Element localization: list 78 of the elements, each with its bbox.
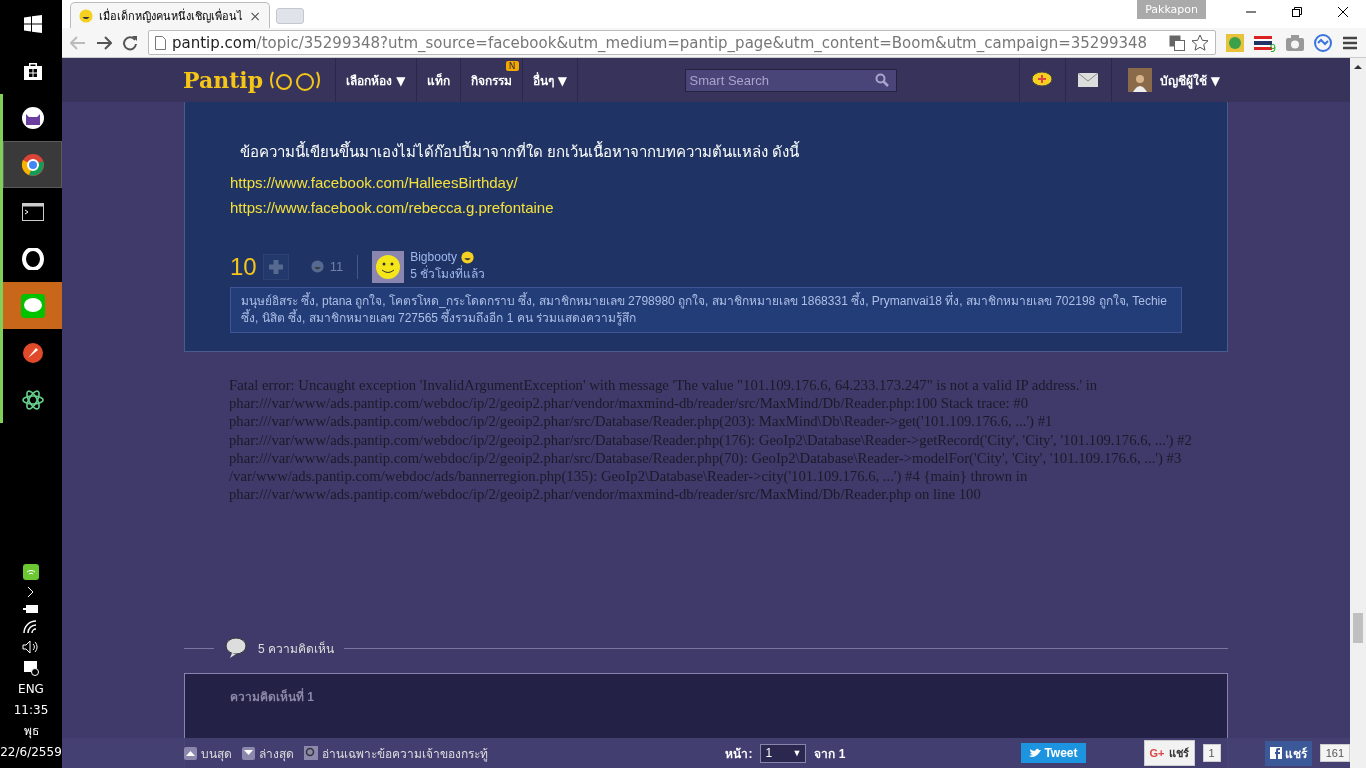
- page-icon: [155, 35, 166, 50]
- comments-icon: [224, 637, 248, 660]
- search-field[interactable]: Smart Search: [684, 68, 897, 92]
- page-label: หน้า:: [725, 745, 753, 763]
- author-name[interactable]: Bigbooty: [410, 250, 486, 264]
- post-text: ข้อความนี้เขียนขึ้นมาเองไม่ได้ก๊อปปี้มาจากที่ใด ยกเว้นเนื้อหาจากบทความต้นแหล่ง ดังนี้: [240, 140, 801, 162]
- top-link[interactable]: บนสุด: [184, 743, 232, 763]
- tab-close-button[interactable]: ×: [249, 7, 261, 24]
- extension-icon[interactable]: [1225, 33, 1244, 52]
- gplus-mark: G+: [1149, 747, 1165, 759]
- gplus-share-button[interactable]: G+ แชร์: [1143, 740, 1195, 766]
- account-menu[interactable]: บัญชีผู้ใช้ ▼: [1159, 70, 1220, 90]
- ring-icon[interactable]: [21, 247, 44, 270]
- scrollbar-thumb[interactable]: [1353, 613, 1363, 643]
- clock-day: พุธ: [23, 724, 39, 739]
- gplus-count: 1: [1202, 744, 1221, 762]
- extension-count: 9: [1269, 42, 1276, 54]
- user-avatar[interactable]: [1127, 68, 1152, 92]
- chevron-icon[interactable]: [27, 586, 35, 598]
- terminal-icon[interactable]: [21, 202, 44, 221]
- url-path: /topic/35299348?utm_source=facebook&utm_medium=pantip_page&utm_content=Boom&utm_campaign=35299348: [256, 33, 1148, 52]
- battery-icon[interactable]: [23, 604, 39, 614]
- new-topic-icon[interactable]: [1031, 71, 1054, 89]
- facebook-share-button[interactable]: แชร์: [1264, 740, 1312, 766]
- plus-icon: [267, 258, 284, 275]
- forward-icon[interactable]: [96, 35, 112, 50]
- source-link[interactable]: https://www.facebook.com/HalleesBirthday/: [230, 170, 518, 195]
- notification-icon[interactable]: [23, 660, 39, 676]
- wifi-icon[interactable]: [23, 620, 39, 634]
- speaker-icon[interactable]: [22, 640, 40, 654]
- bird-icon: [1029, 748, 1042, 758]
- chat-icon[interactable]: [20, 293, 45, 318]
- rocket-icon[interactable]: [21, 341, 44, 364]
- clock-date: 22/6/2559: [0, 745, 62, 760]
- wifi-app-icon[interactable]: [23, 564, 39, 580]
- search-icon[interactable]: [874, 72, 889, 87]
- reactions-list: มนุษย์อิสระ ซึ้ง, ptana ถูกใจ, โคตรโหด_กระโดดกราบ ซึ้ง, สมาชิกหมายเลข 2798980 ถูกใจ, สมาชิกหมายเลข 1868331 ซึ้ง, Prymanvai18 ทึ่ง, สมาชิกหมายเลข 702198 ถูกใจ, Techie ซึ้ง, นิสิต ซึ้ง, สมาชิกหมายเลข 727565 ซึ้งรวมถึงอีก 1 คน ร่วมแสดงความรู้สึก: [230, 287, 1182, 333]
- facebook-count: 161: [1319, 744, 1350, 762]
- page-total: จาก 1: [814, 745, 846, 763]
- close-icon[interactable]: [1338, 7, 1348, 17]
- scrollbar[interactable]: [1350, 58, 1366, 768]
- browser-icon[interactable]: [20, 152, 45, 177]
- url-host: pantip.com: [172, 33, 257, 52]
- page-select[interactable]: 1 ▼: [760, 743, 807, 763]
- menu-icon[interactable]: [1342, 35, 1358, 50]
- emotion-count: 11: [329, 259, 344, 274]
- emotion-icon: [310, 260, 324, 273]
- tab-title: เมื่อเด็กหญิงคนหนึ่งเชิญเพื่อนไ: [99, 7, 244, 25]
- store-icon[interactable]: [22, 60, 43, 81]
- maximize-icon[interactable]: [1292, 7, 1302, 17]
- source-link[interactable]: https://www.facebook.com/rebecca.g.prefontaine: [230, 195, 554, 220]
- vote-score: 10: [230, 252, 257, 281]
- address-bar[interactable]: pantip.com/topic/35299348?utm_source=facebook&utm_medium=pantip_page&utm_content=Boom&utm_campaign=35299348: [148, 30, 1216, 55]
- translate-icon[interactable]: [1168, 34, 1185, 51]
- comments-count: 5 ความคิดเห็น: [258, 640, 334, 658]
- clock-time[interactable]: 11:35: [13, 703, 49, 718]
- windows-icon[interactable]: [23, 14, 42, 33]
- facebook-icon: [1269, 747, 1282, 759]
- magnifier-icon: [304, 746, 318, 760]
- comment-title: ความคิดเห็นที่ 1: [230, 690, 314, 705]
- laugh-icon: [460, 250, 474, 264]
- language-indicator[interactable]: ENG: [18, 682, 44, 697]
- cat-icon[interactable]: [20, 105, 45, 130]
- browser-tab[interactable]: เมื่อเด็กหญิงคนหนึ่งเชิญเพื่อนไ ×: [70, 2, 270, 28]
- atom-icon[interactable]: [20, 387, 45, 412]
- new-badge: N: [505, 61, 519, 71]
- owner-only-link[interactable]: อ่านเฉพาะข้อความเจ้าของกระทู้: [304, 743, 488, 763]
- smiley-icon: [79, 8, 93, 23]
- camera-icon[interactable]: [1286, 34, 1304, 51]
- site-logo[interactable]: Pantip: [183, 67, 264, 93]
- author-avatar[interactable]: [372, 250, 405, 283]
- reload-icon[interactable]: [122, 34, 138, 51]
- mail-icon[interactable]: [1078, 73, 1099, 87]
- sync-icon[interactable]: [1314, 33, 1332, 52]
- bottom-link[interactable]: ล่างสุด: [242, 743, 294, 763]
- post-time: 5 ชั่วโมงที่แล้ว: [410, 264, 486, 283]
- star-icon[interactable]: [1190, 33, 1209, 52]
- flag-extension-icon[interactable]: [1253, 35, 1272, 50]
